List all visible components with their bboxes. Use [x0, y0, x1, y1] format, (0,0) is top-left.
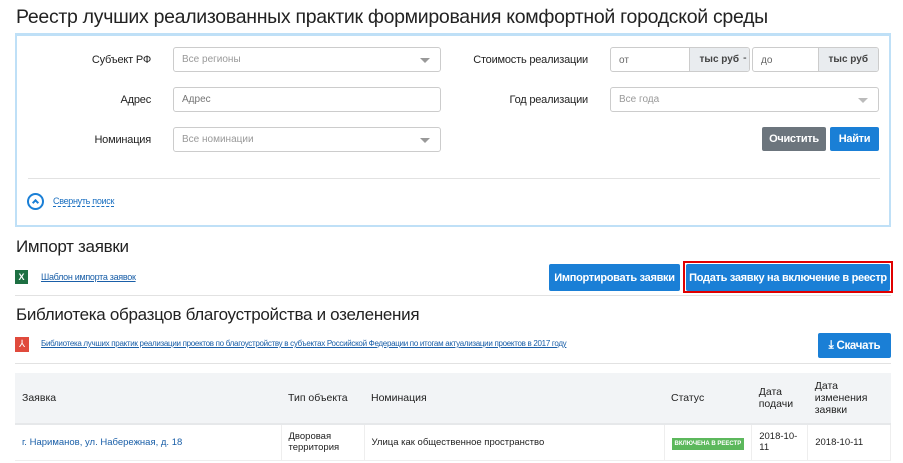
- nomination-label: Номинация: [94, 134, 151, 146]
- template-link[interactable]: Шаблон импорта заявок: [41, 272, 136, 282]
- divider: [15, 295, 891, 296]
- import-button[interactable]: Импортировать заявки: [549, 264, 680, 291]
- subject-select[interactable]: Все регионы: [173, 47, 441, 72]
- page-title: Реестр лучших реализованных практик форм…: [16, 6, 768, 28]
- cost-from-input[interactable]: от тыс руб: [610, 47, 750, 72]
- cost-to-placeholder: до: [761, 55, 773, 66]
- object-type: Дворовая территория: [281, 424, 365, 461]
- chevron-down-icon: [420, 138, 430, 143]
- year-label: Год реализации: [509, 94, 589, 106]
- clear-button[interactable]: Очистить: [762, 127, 826, 151]
- cost-unit: тыс руб: [817, 48, 878, 71]
- year-value: Все года: [619, 94, 660, 105]
- col-changed[interactable]: Дата изменения заявки: [807, 373, 891, 425]
- address-input[interactable]: [173, 87, 441, 112]
- table-row[interactable]: г. Нариманов, ул. Набережная, д. 18 Двор…: [15, 424, 891, 461]
- download-label: Скачать: [836, 339, 881, 352]
- cost-unit: тыс руб: [688, 48, 749, 71]
- chevron-up-circle-icon[interactable]: [27, 193, 44, 210]
- cost-to-input[interactable]: до тыс руб: [752, 47, 879, 72]
- subject-label: Субъект РФ: [91, 54, 151, 66]
- col-submitted[interactable]: Дата подачи: [751, 373, 808, 425]
- request-link[interactable]: г. Нариманов, ул. Набережная, д. 18: [15, 424, 282, 461]
- divider: [15, 363, 891, 364]
- pdf-link[interactable]: Библиотека лучших практик реализации про…: [41, 339, 567, 348]
- col-nomination[interactable]: Номинация: [364, 373, 664, 425]
- year-select[interactable]: Все года: [610, 87, 879, 112]
- cost-label: Стоимость реализации: [473, 54, 588, 66]
- chevron-down-icon: [420, 58, 430, 63]
- download-button[interactable]: ⤓ Скачать: [818, 333, 891, 358]
- divider: [28, 178, 880, 179]
- search-button[interactable]: Найти: [830, 127, 879, 151]
- nomination-value: Все номинации: [182, 134, 254, 145]
- nomination-select[interactable]: Все номинации: [173, 127, 441, 152]
- library-heading: Библиотека образцов благоустройства и оз…: [16, 305, 420, 324]
- col-request[interactable]: Заявка: [15, 373, 281, 425]
- import-heading: Импорт заявки: [16, 237, 129, 256]
- download-icon: ⤓: [828, 339, 834, 351]
- subject-value: Все регионы: [182, 54, 241, 65]
- changed-date: 2018-10-11: [807, 424, 891, 461]
- chevron-down-icon: [858, 98, 868, 103]
- status-badge: ВКЛЮЧЕНА В РЕЕСТР: [671, 437, 745, 450]
- cost-dash: -: [743, 52, 747, 64]
- col-status[interactable]: Статус: [664, 373, 752, 425]
- submitted-date: 2018-10-11: [751, 424, 809, 461]
- col-type[interactable]: Тип объекта: [281, 373, 364, 425]
- submit-request-button[interactable]: Подать заявку на включение в реестр: [686, 264, 890, 291]
- address-label: Адрес: [120, 94, 152, 106]
- collapse-search-link[interactable]: Свернуть поиск: [53, 196, 114, 207]
- nomination: Улица как общественное пространство: [364, 424, 665, 461]
- excel-icon: X: [15, 270, 28, 284]
- registry-table: Заявка Тип объекта Номинация Статус Дата…: [15, 373, 891, 461]
- pdf-icon: ⅄: [15, 337, 29, 352]
- cost-from-placeholder: от: [619, 55, 629, 66]
- table-header-row: Заявка Тип объекта Номинация Статус Дата…: [15, 373, 891, 425]
